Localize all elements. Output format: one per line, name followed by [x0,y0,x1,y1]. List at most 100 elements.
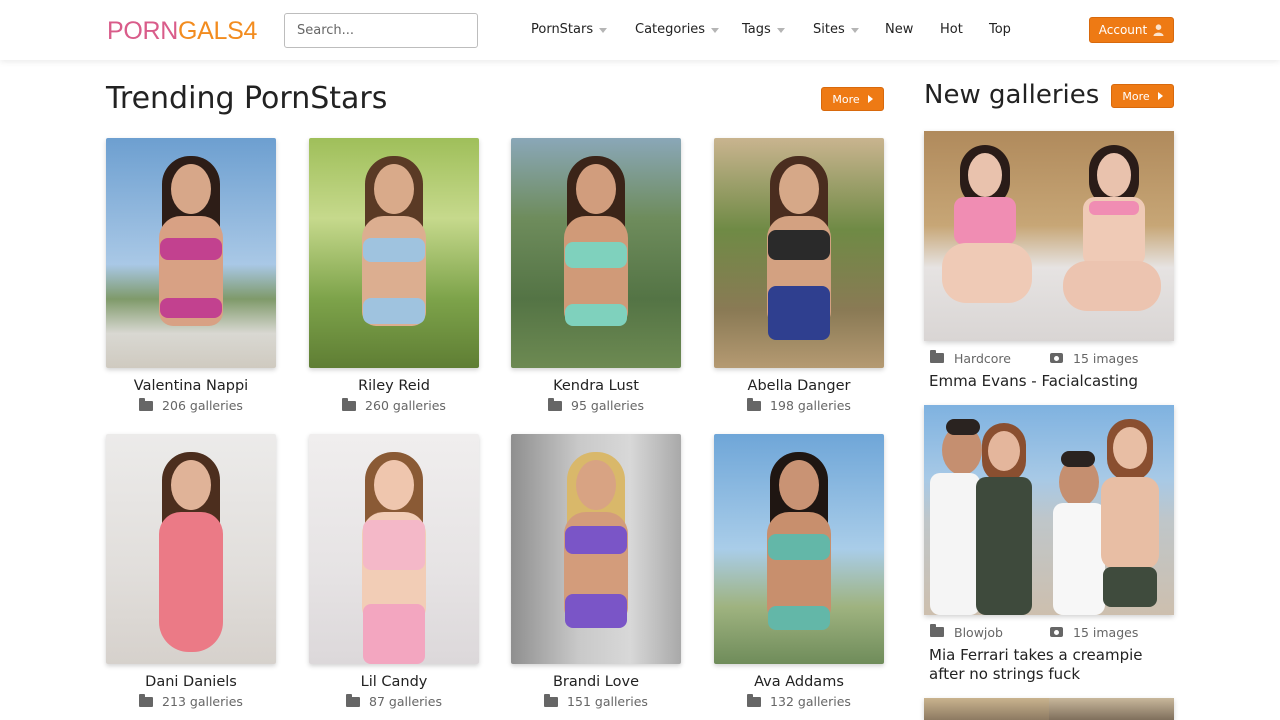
star-photo[interactable] [106,138,276,368]
chevron-down-icon [850,27,859,33]
gallery-card[interactable] [924,698,1174,720]
gallery-category-link[interactable]: Hardcore [930,350,1050,366]
chevron-right-icon [867,95,873,103]
star-gallery-count: 87 galleries [309,693,479,710]
gallery-card[interactable]: Blowjob 15 images Mia Ferrari takes a cr… [924,405,1174,684]
nav-label: New [885,21,914,37]
nav-label: PornStars [531,21,594,37]
gallery-meta: Blowjob 15 images [924,624,1174,640]
folder-icon [139,693,154,707]
gallery-count-text: 213 galleries [162,694,243,709]
star-card[interactable]: Ava Addams 132 galleries [714,434,884,710]
camera-icon [1050,627,1063,637]
gallery-card[interactable]: Hardcore 15 images Emma Evans - Facialca… [924,131,1174,391]
nav-item-hot[interactable]: Hot [940,0,963,58]
star-gallery-count: 198 galleries [714,397,884,414]
star-name[interactable]: Ava Addams [714,673,884,691]
star-card[interactable]: Riley Reid 260 galleries [309,138,479,414]
gallery-title[interactable]: Mia Ferrari takes a creampie after no st… [929,646,1174,684]
gallery-image-count: 15 images [1050,625,1138,640]
star-photo[interactable] [511,434,681,664]
site-header: PORNGALS4 PornStars Categories Tags Site… [0,0,1280,60]
nav-item-pornstars[interactable]: PornStars [531,0,608,58]
star-gallery-count: 206 galleries [106,397,276,414]
folder-icon [346,693,361,707]
nav-label: Hot [940,21,963,37]
folder-icon [930,350,944,363]
gallery-count-text: 151 galleries [567,694,648,709]
star-name[interactable]: Lil Candy [309,673,479,691]
star-photo[interactable] [106,434,276,664]
image-count-text: 15 images [1073,624,1139,640]
star-name[interactable]: Riley Reid [309,377,479,395]
gallery-meta: Hardcore 15 images [924,350,1174,366]
logo-text-part1: PORN [107,17,179,45]
gallery-title[interactable]: Emma Evans - Facialcasting [929,372,1174,391]
star-card[interactable]: Valentina Nappi 206 galleries [106,138,276,414]
site-logo[interactable]: PORNGALS4 [107,16,257,46]
gallery-count-text: 260 galleries [365,398,446,413]
gallery-thumbnail[interactable] [924,131,1174,341]
star-name[interactable]: Valentina Nappi [106,377,276,395]
more-label: More [832,92,860,106]
nav-label: Categories [635,21,706,37]
gallery-count-text: 87 galleries [369,694,442,709]
folder-icon [139,397,154,411]
star-photo[interactable] [714,138,884,368]
user-icon [1153,24,1164,36]
trending-more-button[interactable]: More [821,87,884,111]
star-gallery-count: 213 galleries [106,693,276,710]
gallery-category: Blowjob [954,624,1003,640]
nav-label: Top [989,21,1011,37]
folder-icon [747,397,762,411]
chevron-right-icon [1157,92,1163,100]
star-photo[interactable] [309,434,479,664]
nav-label: Sites [813,21,845,37]
folder-icon [544,693,559,707]
new-galleries-more-button[interactable]: More [1111,84,1174,108]
gallery-count-text: 132 galleries [770,694,851,709]
chevron-down-icon [776,27,785,33]
gallery-category-link[interactable]: Blowjob [930,624,1050,640]
star-name[interactable]: Abella Danger [714,377,884,395]
star-gallery-count: 95 galleries [511,397,681,414]
star-card[interactable]: Lil Candy 87 galleries [309,434,479,710]
star-gallery-count: 132 galleries [714,693,884,710]
new-galleries-title: New galleries [924,80,1100,110]
star-card[interactable]: Dani Daniels 213 galleries [106,434,276,710]
chevron-down-icon [711,27,720,33]
gallery-count-text: 206 galleries [162,398,243,413]
nav-item-new[interactable]: New [885,0,913,58]
logo-text-part2: GALS4 [178,17,258,45]
star-card[interactable]: Abella Danger 198 galleries [714,138,884,414]
account-label: Account [1098,23,1148,37]
star-name[interactable]: Dani Daniels [106,673,276,691]
star-name[interactable]: Kendra Lust [511,377,681,395]
image-count-text: 15 images [1073,350,1139,366]
gallery-category: Hardcore [954,350,1011,366]
star-photo[interactable] [309,138,479,368]
nav-item-top[interactable]: Top [989,0,1011,58]
folder-icon [747,693,762,707]
gallery-count-text: 95 galleries [571,398,644,413]
nav-label: Tags [742,21,771,37]
nav-item-tags[interactable]: Tags [742,0,785,58]
star-gallery-count: 151 galleries [511,693,681,710]
gallery-thumbnail[interactable] [924,405,1174,615]
star-gallery-count: 260 galleries [309,397,479,414]
chevron-down-icon [599,27,608,33]
nav-item-categories[interactable]: Categories [635,0,720,58]
gallery-image-count: 15 images [1050,351,1138,366]
folder-icon [548,397,563,411]
search-input[interactable] [284,13,478,48]
gallery-thumbnail[interactable] [924,698,1174,720]
star-name[interactable]: Brandi Love [511,673,681,691]
star-photo[interactable] [511,138,681,368]
star-photo[interactable] [714,434,884,664]
star-card[interactable]: Kendra Lust 95 galleries [511,138,681,414]
folder-icon [930,624,944,637]
star-card[interactable]: Brandi Love 151 galleries [511,434,681,710]
folder-icon [342,397,357,411]
account-button[interactable]: Account [1089,17,1174,43]
nav-item-sites[interactable]: Sites [813,0,859,58]
